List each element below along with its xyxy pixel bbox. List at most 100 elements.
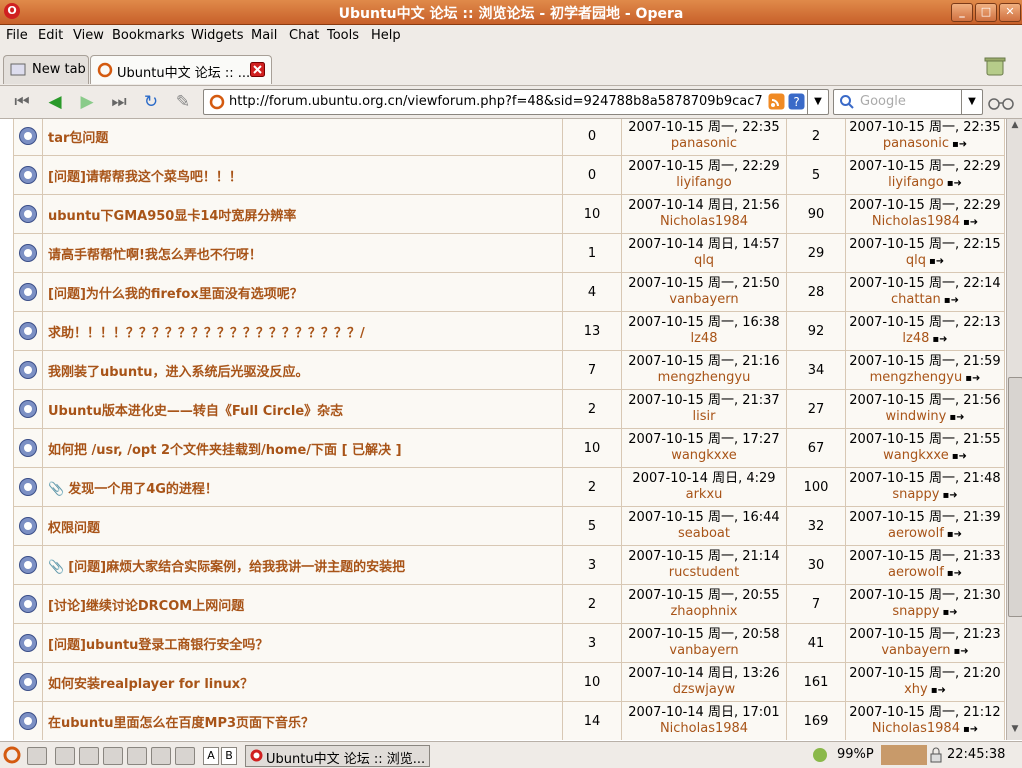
menu-mail[interactable]: Mail xyxy=(251,28,277,43)
topic-title-link[interactable]: 如何把 /usr, /opt 2个文件夹挂载到/home/下面 [ 已解决 ] xyxy=(48,443,402,458)
goto-last-post-icon[interactable]: ▪➜ xyxy=(963,215,978,231)
keyboard-a-button[interactable]: A xyxy=(203,747,219,765)
trash-icon[interactable] xyxy=(984,55,1006,77)
goto-last-post-icon[interactable]: ▪➜ xyxy=(952,449,967,465)
topic-title-link[interactable]: [问题]麻烦大家结合实际案例，给我我讲一讲主题的安装把 xyxy=(68,560,405,575)
last-post-author[interactable]: Nicholas1984 xyxy=(872,721,960,736)
last-post-author[interactable]: Nicholas1984 xyxy=(872,214,960,229)
last-post-author[interactable]: liyifango xyxy=(888,175,944,190)
first-post-author[interactable]: Nicholas1984 xyxy=(622,721,786,737)
menu-view[interactable]: View xyxy=(73,28,104,43)
goto-last-post-icon[interactable]: ▪➜ xyxy=(949,410,964,426)
goto-last-post-icon[interactable]: ▪➜ xyxy=(931,683,946,699)
first-post-author[interactable]: rucstudent xyxy=(622,565,786,581)
scroll-down-icon[interactable]: ▼ xyxy=(1009,724,1021,738)
network-icon[interactable] xyxy=(103,747,123,765)
goto-last-post-icon[interactable]: ▪➜ xyxy=(954,644,969,660)
goto-last-post-icon[interactable]: ▪➜ xyxy=(944,293,959,309)
menu-help[interactable]: Help xyxy=(371,28,401,43)
search-field[interactable]: Google ▼ xyxy=(833,89,983,115)
last-post-author[interactable]: vanbayern xyxy=(881,643,950,658)
first-post-author[interactable]: vanbayern xyxy=(622,643,786,659)
last-post-author[interactable]: windwiny xyxy=(885,409,946,424)
last-post-author[interactable]: wangkxxe xyxy=(883,448,949,463)
goto-last-post-icon[interactable]: ▪➜ xyxy=(947,566,962,582)
last-post-author[interactable]: lz48 xyxy=(902,331,929,346)
browser-icon[interactable] xyxy=(175,747,195,765)
zoom-glasses-icon[interactable] xyxy=(987,94,1015,110)
first-post-author[interactable]: lisir xyxy=(622,409,786,425)
taskbar-window-button[interactable]: Ubuntu中文 论坛 :: 浏览... xyxy=(245,745,430,767)
first-post-author[interactable]: wangkxxe xyxy=(622,448,786,464)
back-icon[interactable]: ◀ xyxy=(43,92,67,112)
first-post-author[interactable]: arkxu xyxy=(622,487,786,503)
last-post-author[interactable]: aerowolf xyxy=(888,526,944,541)
reload-icon[interactable]: ↻ xyxy=(139,92,163,112)
first-post-author[interactable]: seaboat xyxy=(622,526,786,542)
last-post-author[interactable]: chattan xyxy=(891,292,941,307)
show-desktop-icon[interactable] xyxy=(27,747,47,765)
camera-icon[interactable] xyxy=(55,747,75,765)
address-field[interactable]: http://forum.ubuntu.org.cn/viewforum.php… xyxy=(203,89,829,115)
menu-edit[interactable]: Edit xyxy=(38,28,63,43)
goto-last-post-icon[interactable]: ▪➜ xyxy=(943,488,958,504)
first-post-author[interactable]: mengzhengyu xyxy=(622,370,786,386)
lock-icon[interactable] xyxy=(929,747,943,763)
site-info-icon[interactable]: ? xyxy=(788,93,805,110)
goto-last-post-icon[interactable]: ▪➜ xyxy=(929,254,944,270)
topic-title-link[interactable]: [问题]请帮帮我这个菜鸟吧！！！ xyxy=(48,170,242,185)
topic-title-link[interactable]: ubuntu下GMA950显卡14吋宽屏分辨率 xyxy=(48,209,296,224)
goto-last-post-icon[interactable]: ▪➜ xyxy=(947,527,962,543)
goto-last-post-icon[interactable]: ▪➜ xyxy=(932,332,947,348)
terminal-icon[interactable] xyxy=(151,747,171,765)
menu-widgets[interactable]: Widgets xyxy=(191,28,244,43)
last-post-author[interactable]: panasonic xyxy=(883,136,949,151)
tab-new-tab[interactable]: New tab xyxy=(3,55,89,84)
scrollbar-thumb[interactable] xyxy=(1008,377,1022,617)
goto-last-post-icon[interactable]: ▪➜ xyxy=(947,176,962,192)
goto-last-post-icon[interactable]: ▪➜ xyxy=(952,137,967,153)
goto-last-post-icon[interactable]: ▪➜ xyxy=(943,605,958,621)
vertical-scrollbar[interactable]: ▲ ▼ xyxy=(1006,119,1022,740)
menu-tools[interactable]: Tools xyxy=(327,28,359,43)
menu-file[interactable]: File xyxy=(6,28,28,43)
minimize-button[interactable]: _ xyxy=(951,3,973,22)
first-post-author[interactable]: liyifango xyxy=(622,175,786,191)
search-dropdown-icon[interactable]: ▼ xyxy=(961,90,982,114)
last-post-author[interactable]: xhy xyxy=(904,682,928,697)
first-post-author[interactable]: zhaophnix xyxy=(622,604,786,620)
menu-chat[interactable]: Chat xyxy=(289,28,319,43)
first-post-author[interactable]: lz48 xyxy=(622,331,786,347)
fast-forward-icon[interactable]: ⏭ xyxy=(107,92,131,112)
tab-ubuntu-forum[interactable]: Ubuntu中文 论坛 :: ...... xyxy=(90,55,272,84)
forward-icon[interactable]: ▶ xyxy=(75,92,99,112)
last-post-author[interactable]: qlq xyxy=(906,253,926,268)
last-post-author[interactable]: snappy xyxy=(892,604,939,619)
topic-title-link[interactable]: tar包问题 xyxy=(48,131,108,146)
first-post-author[interactable]: dzswjayw xyxy=(622,682,786,698)
topic-title-link[interactable]: 发现一个用了4G的进程！ xyxy=(68,482,218,497)
tab-close-icon[interactable] xyxy=(250,62,265,77)
last-post-author[interactable]: snappy xyxy=(892,487,939,502)
rewind-icon[interactable]: ⏮ xyxy=(10,92,34,112)
last-post-author[interactable]: aerowolf xyxy=(888,565,944,580)
address-dropdown-icon[interactable]: ▼ xyxy=(807,90,828,114)
volume-icon[interactable] xyxy=(79,747,99,765)
menu-bookmarks[interactable]: Bookmarks xyxy=(112,28,185,43)
first-post-author[interactable]: Nicholas1984 xyxy=(622,214,786,230)
close-button[interactable]: ✕ xyxy=(999,3,1021,22)
ubuntu-menu-icon[interactable] xyxy=(3,746,21,764)
topic-title-link[interactable]: [讨论]继续讨论DRCOM上网问题 xyxy=(48,599,244,614)
goto-last-post-icon[interactable]: ▪➜ xyxy=(963,722,978,738)
keyboard-b-button[interactable]: B xyxy=(221,747,237,765)
topic-title-link[interactable]: 我刚装了ubuntu，进入系统后光驱没反应。 xyxy=(48,365,309,380)
maximize-button[interactable]: □ xyxy=(975,3,997,22)
topic-title-link[interactable]: 请高手帮帮忙啊!我怎么弄也不行呀！ xyxy=(48,248,262,263)
goto-last-post-icon[interactable]: ▪➜ xyxy=(965,371,980,387)
first-post-author[interactable]: panasonic xyxy=(622,136,786,152)
image-viewer-icon[interactable] xyxy=(127,747,147,765)
first-post-author[interactable]: vanbayern xyxy=(622,292,786,308)
topic-title-link[interactable]: 权限问题 xyxy=(48,521,100,536)
last-post-author[interactable]: mengzhengyu xyxy=(870,370,963,385)
first-post-author[interactable]: qlq xyxy=(622,253,786,269)
